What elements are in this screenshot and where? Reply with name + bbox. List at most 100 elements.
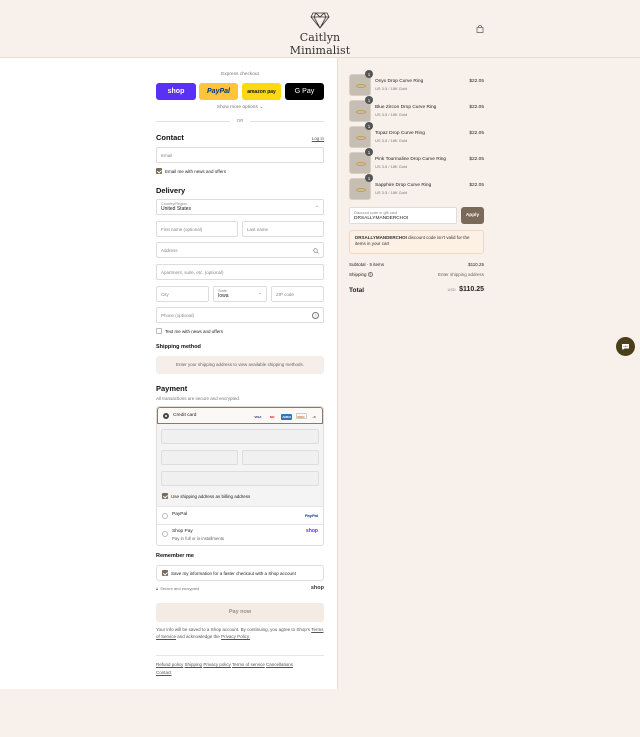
paypal-option[interactable]: PayPal PayPal — [157, 506, 323, 524]
delivery-heading: Delivery — [156, 186, 186, 195]
chat-widget-button[interactable] — [616, 337, 635, 356]
product-price: $22.05 — [469, 183, 484, 188]
credit-card-option[interactable]: Credit card VISA MC AMEX DISC +6 — [157, 407, 323, 424]
product-name: Pink Tourmaline Drop Curve Ring — [375, 157, 447, 162]
privacy-policy-footer-link[interactable]: Privacy policy — [203, 662, 231, 667]
legal-text-2: and acknowledge the — [177, 633, 220, 639]
text-news-checkbox-row[interactable]: Text me with news and offers — [156, 328, 324, 334]
card-name-input[interactable] — [161, 471, 319, 486]
card-logos: VISA MC AMEX DISC +6 — [250, 413, 318, 420]
product-variant: US 3.5 / 18K Gold — [375, 112, 408, 117]
terms-of-service-footer-link[interactable]: Terms of service — [232, 662, 265, 667]
paypal-radio[interactable] — [162, 513, 168, 519]
chevron-down-icon: ⌄ — [257, 290, 262, 296]
footer-links: Refund policy Shipping Privacy policy Te… — [156, 655, 324, 677]
shipping-help-icon[interactable]: ? — [367, 272, 373, 278]
shop-pay-subtitle: Pay in full or in installments — [172, 536, 225, 541]
discount-error-banner: DRSALLYMANDERCHOI discount code isn't va… — [349, 230, 484, 254]
shop-pay-radio[interactable] — [162, 531, 168, 537]
first-name-input[interactable]: First name (optional) — [156, 221, 238, 237]
country-select[interactable]: Country/Region United States ⌄ — [156, 199, 324, 215]
shipping-label: Shipping — [349, 272, 367, 277]
shipping-value: Enter shipping address — [437, 272, 484, 277]
total-row: Total USD $110.25 — [349, 286, 484, 294]
address-placeholder: Address — [161, 247, 178, 253]
credit-card-radio[interactable] — [163, 413, 169, 419]
card-expiry-input[interactable] — [161, 450, 238, 465]
paypal-button[interactable]: PayPal — [199, 83, 238, 100]
email-news-checkbox[interactable] — [156, 168, 162, 174]
more-cards-badge: +6 — [312, 415, 316, 419]
error-code: DRSALLYMANDERCHOI — [355, 235, 407, 240]
country-value: United States — [161, 206, 192, 212]
pay-now-button[interactable]: Pay now — [156, 603, 324, 622]
shop-logo: shop — [310, 585, 324, 591]
shipping-method-heading: Shipping method — [156, 344, 201, 350]
show-more-options[interactable]: Show more options ⌄ — [156, 105, 324, 110]
paypal-logo: PayPal — [304, 513, 318, 518]
chevron-down-icon: ⌄ — [259, 105, 264, 110]
cancellations-link[interactable]: Cancellations — [266, 662, 293, 667]
city-input[interactable]: City — [156, 286, 209, 302]
or-divider: OR — [156, 118, 324, 124]
save-info-checkbox[interactable] — [162, 570, 168, 576]
legal-text-1: Your info will be saved to a Shop accoun… — [156, 627, 311, 632]
refund-policy-link[interactable]: Refund policy — [156, 662, 183, 667]
email-news-checkbox-row[interactable]: Email me with news and offers — [156, 168, 324, 174]
shop-pay-option[interactable]: Shop Pay Pay in full or in installments … — [157, 524, 323, 545]
cart-item: 1 Topaz Drop Curve Ring US 3.5 / 18K Gol… — [349, 122, 484, 148]
product-variant: US 3.5 / 18K Gold — [375, 164, 408, 169]
quantity-badge: 1 — [365, 148, 373, 156]
quantity-badge: 1 — [365, 70, 373, 78]
brand-name: Caitlyn Minimalist — [289, 31, 351, 57]
product-name: Blue Zircon Drop Curve Ring — [375, 105, 437, 110]
save-info-row[interactable]: Save my information for a faster checkou… — [156, 565, 324, 581]
address-input[interactable]: Address — [156, 242, 324, 258]
product-name: Topaz Drop Curve Ring — [375, 131, 425, 136]
shipping-method-notice: Enter your shipping address to view avai… — [156, 356, 324, 374]
help-icon[interactable]: ? — [312, 312, 319, 319]
contact-link[interactable]: Contact — [156, 670, 172, 675]
save-info-label: Save my information for a faster checkou… — [171, 570, 296, 576]
shopping-bag-icon[interactable] — [476, 25, 484, 33]
apartment-input[interactable]: Apartment, suite, etc. (optional) — [156, 264, 324, 280]
chevron-down-icon: ⌄ — [314, 203, 319, 209]
secure-label: Secure and encrypted — [160, 586, 200, 591]
product-name: Onyx Drop Curve Ring — [375, 79, 424, 84]
login-link[interactable]: Log in — [300, 136, 324, 141]
discount-code-input[interactable]: Discount code or gift card DRSALLYMANDER… — [349, 207, 457, 224]
billing-checkbox-row[interactable]: Use shipping address as billing address — [162, 493, 250, 499]
privacy-policy-link[interactable]: Privacy Policy. — [221, 634, 250, 639]
legal-text: Your info will be saved to a Shop accoun… — [156, 627, 324, 640]
amazon-pay-button[interactable]: amazon pay — [242, 83, 281, 100]
shipping-link[interactable]: Shipping — [185, 662, 203, 667]
search-icon — [313, 248, 319, 254]
chat-icon — [622, 343, 629, 350]
subtotal-value: $110.25 — [468, 262, 484, 267]
total-value: $110.25 — [459, 286, 484, 293]
card-number-input[interactable] — [161, 429, 319, 444]
last-name-input[interactable]: Last name — [242, 221, 324, 237]
discount-value: DRSALLYMANDERCHOI — [354, 215, 409, 221]
shop-pay-button[interactable]: shop — [156, 83, 196, 100]
credit-card-label: Credit card — [173, 413, 197, 418]
apply-discount-button[interactable]: Apply — [461, 207, 484, 224]
card-cvv-input[interactable] — [242, 450, 319, 465]
amex-logo: AMEX — [281, 414, 293, 420]
billing-checkbox[interactable] — [162, 493, 168, 499]
quantity-badge: 1 — [365, 174, 373, 182]
brand-logo[interactable]: Caitlyn Minimalist — [270, 12, 370, 57]
product-price: $22.05 — [469, 131, 484, 136]
paypal-option-label: PayPal — [172, 512, 188, 517]
state-select[interactable]: State Iowa ⌄ — [213, 286, 267, 302]
product-price: $22.05 — [469, 79, 484, 84]
zip-input[interactable]: ZIP code — [271, 286, 324, 302]
visa-logo: VISA — [254, 415, 262, 419]
text-news-checkbox[interactable] — [156, 328, 162, 334]
email-input[interactable]: Email — [156, 147, 324, 163]
cart-item: 1 Onyx Drop Curve Ring US 3.5 / 18K Gold… — [349, 70, 484, 96]
cart-item: 1 Blue Zircon Drop Curve Ring US 3.5 / 1… — [349, 96, 484, 122]
google-pay-button[interactable]: G Pay — [285, 83, 324, 100]
payment-subtitle: All transactions are secure and encrypte… — [156, 396, 241, 401]
phone-input[interactable]: Phone (optional) ? — [156, 307, 324, 323]
